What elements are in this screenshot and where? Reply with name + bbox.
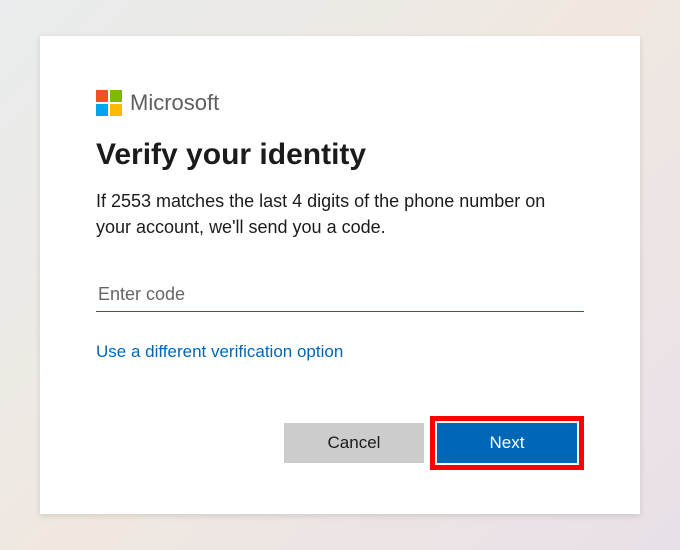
microsoft-logo-icon <box>96 90 122 116</box>
next-button-highlight: Next <box>430 416 584 470</box>
cancel-button[interactable]: Cancel <box>284 423 424 463</box>
page-title: Verify your identity <box>96 138 584 172</box>
different-verification-link[interactable]: Use a different verification option <box>96 342 343 362</box>
verify-identity-card: Microsoft Verify your identity If 2553 m… <box>40 36 640 514</box>
brand-row: Microsoft <box>96 90 584 116</box>
instruction-text: If 2553 matches the last 4 digits of the… <box>96 188 584 240</box>
code-input[interactable] <box>96 278 584 312</box>
brand-name: Microsoft <box>130 90 219 116</box>
next-button[interactable]: Next <box>437 423 577 463</box>
button-row: Cancel Next <box>284 416 584 470</box>
